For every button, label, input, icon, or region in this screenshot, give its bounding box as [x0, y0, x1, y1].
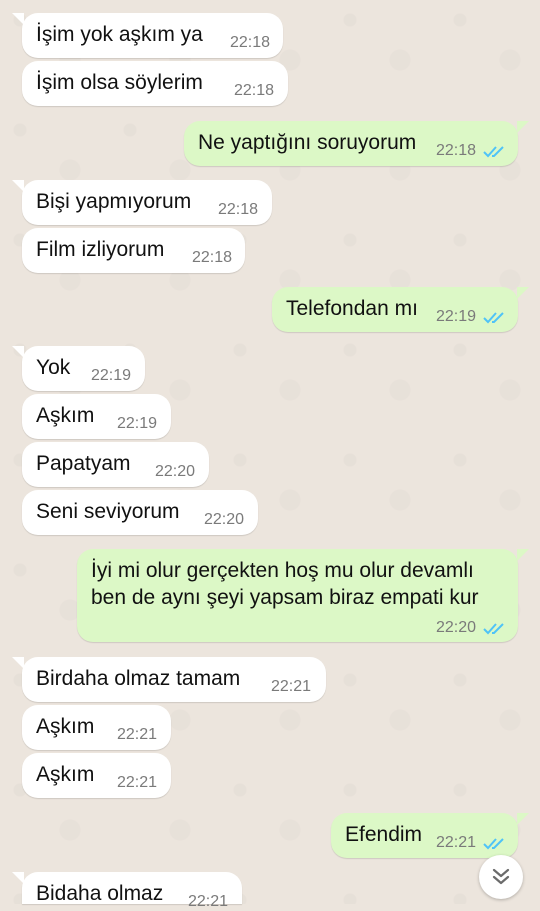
message-incoming[interactable]: Aşkım 22:21	[22, 753, 171, 798]
read-receipt-icon	[483, 146, 504, 158]
message-incoming[interactable]: Film izliyorum 22:18	[22, 228, 245, 273]
message-time: 22:21	[271, 678, 312, 695]
message-time: 22:19	[436, 308, 477, 325]
message-text: İşim yok aşkım ya	[36, 23, 203, 46]
message-outgoing[interactable]: Telefondan mı 22:19	[272, 287, 518, 332]
read-receipt-icon	[483, 312, 504, 324]
message-time: 22:21	[188, 893, 229, 910]
message-text: Bidaha olmaz	[36, 882, 164, 905]
message-time: 22:18	[234, 82, 275, 99]
bubble-tail	[517, 121, 529, 133]
bubble-tail	[517, 549, 529, 561]
message-incoming[interactable]: Aşkım 22:19	[22, 394, 171, 439]
read-receipt-icon	[483, 838, 504, 850]
bubble-tail	[517, 813, 529, 825]
message-incoming[interactable]: Bidaha olmaz 22:21	[22, 872, 242, 910]
message-incoming[interactable]: Birdaha olmaz tamam 22:21	[22, 657, 326, 702]
message-time: 22:18	[192, 249, 233, 266]
message-time: 22:18	[436, 142, 477, 159]
message-incoming[interactable]: Seni seviyorum 22:20	[22, 490, 258, 535]
bubble-tail	[12, 872, 24, 884]
message-text: Film izliyorum	[36, 238, 165, 261]
message-text: Papatyam	[36, 452, 131, 475]
message-incoming[interactable]: Papatyam 22:20	[22, 442, 209, 487]
message-time: 22:19	[91, 367, 132, 384]
message-incoming[interactable]: İşim yok aşkım ya 22:18	[22, 13, 283, 58]
message-time: 22:21	[117, 774, 158, 791]
scroll-to-bottom-button[interactable]	[479, 855, 523, 899]
message-incoming[interactable]: Yok 22:19	[22, 346, 145, 391]
message-time: 22:20	[204, 511, 245, 528]
message-outgoing[interactable]: İyi mi olur gerçekten hoş mu olur devaml…	[77, 549, 518, 642]
double-chevron-down-icon	[492, 868, 510, 885]
message-time: 22:19	[117, 415, 158, 432]
bubble-tail	[12, 346, 24, 358]
bubble-tail	[12, 657, 24, 669]
message-text: Telefondan mı	[286, 297, 418, 320]
message-time: 22:20	[436, 619, 477, 636]
message-incoming[interactable]: Bişi yapmıyorum 22:18	[22, 180, 272, 225]
message-text: Birdaha olmaz tamam	[36, 667, 241, 690]
message-text: Ne yaptığını soruyorum	[198, 131, 417, 154]
message-time: 22:21	[117, 726, 158, 743]
message-time: 22:21	[436, 834, 477, 851]
message-text: Aşkım	[36, 715, 95, 738]
message-text: Aşkım	[36, 404, 95, 427]
message-text: Bişi yapmıyorum	[36, 190, 192, 213]
message-outgoing[interactable]: Efendim 22:21	[331, 813, 518, 858]
message-incoming[interactable]: İşim olsa söylerim 22:18	[22, 61, 288, 106]
bubble-tail	[517, 287, 529, 299]
message-incoming[interactable]: Aşkım 22:21	[22, 705, 171, 750]
message-outgoing[interactable]: Ne yaptığını soruyorum 22:18	[184, 121, 518, 166]
message-time: 22:18	[230, 34, 271, 51]
message-text: İyi mi olur gerçekten hoş mu olur devaml…	[91, 559, 479, 609]
message-text: Yok	[36, 356, 71, 379]
bubble-tail	[12, 13, 24, 25]
message-text: İşim olsa söylerim	[36, 71, 203, 94]
message-time: 22:20	[155, 463, 196, 480]
bubble-tail	[12, 180, 24, 192]
read-receipt-icon	[483, 623, 504, 635]
message-time: 22:18	[218, 201, 259, 218]
message-text: Seni seviyorum	[36, 500, 180, 523]
message-text: Aşkım	[36, 763, 95, 786]
message-text: Efendim	[345, 823, 423, 846]
